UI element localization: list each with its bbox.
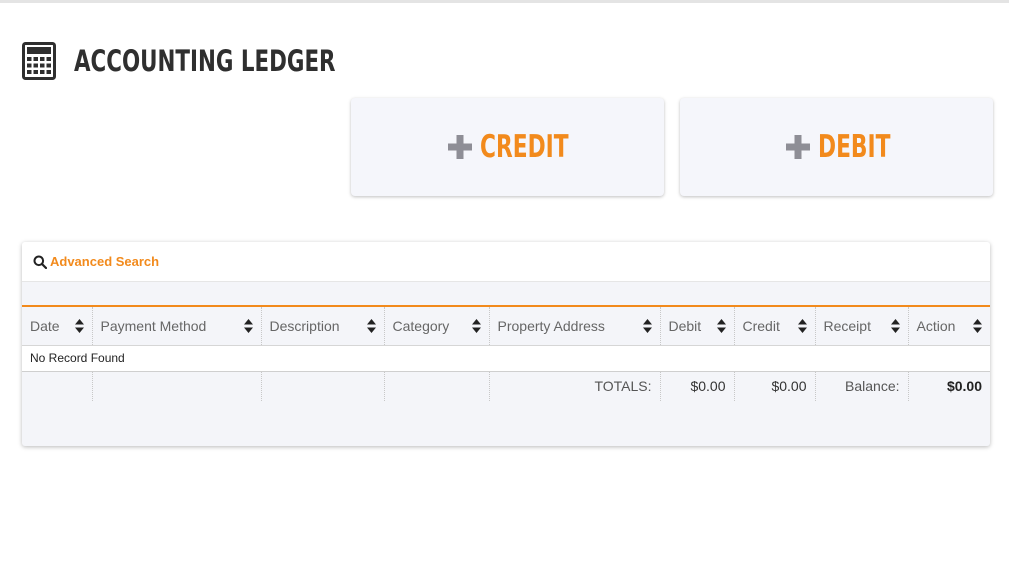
column-header-property-address[interactable]: Property Address <box>489 307 661 346</box>
sort-icon <box>366 319 376 333</box>
sort-icon <box>243 319 253 333</box>
column-header-label: Receipt <box>823 317 871 334</box>
top-divider <box>0 0 1009 3</box>
add-debit-content: DEBIT <box>784 129 890 165</box>
sort-icon <box>973 319 982 333</box>
add-debit-button[interactable]: DEBIT <box>680 98 993 196</box>
column-header-label: Date <box>30 317 60 334</box>
column-header-label: Payment Method <box>100 317 207 334</box>
advanced-search-toggle[interactable]: Advanced Search <box>22 242 990 282</box>
total-debit: $0.00 <box>660 371 735 401</box>
plus-icon <box>447 135 472 159</box>
column-header-credit[interactable]: Credit <box>734 307 816 346</box>
advanced-search-label: Advanced Search <box>50 254 160 269</box>
balance-label: Balance: <box>815 371 909 401</box>
column-header-label: Description <box>269 317 340 334</box>
balance-value: $0.00 <box>946 378 982 395</box>
totals-cell-empty <box>261 371 385 401</box>
add-debit-label: DEBIT <box>817 129 890 165</box>
column-header-label: Credit <box>742 317 780 334</box>
page-header: ACCOUNTING LEDGER <box>22 42 393 80</box>
totals-label: TOTALS: <box>489 371 661 401</box>
totals-cell-empty <box>92 371 262 401</box>
page-title: ACCOUNTING LEDGER <box>74 44 336 78</box>
column-header-label: Category <box>392 317 450 334</box>
totals-cell-empty <box>22 371 93 401</box>
sort-icon <box>797 319 807 333</box>
add-credit-label: CREDIT <box>479 129 569 165</box>
ledger-panel: Advanced Search Date Payment Method Desc… <box>22 242 990 446</box>
sort-icon <box>642 319 652 333</box>
column-header-label: Property Address <box>497 317 605 334</box>
table-header-row: Date Payment Method Description Category… <box>22 307 990 346</box>
column-header-debit[interactable]: Debit <box>660 307 735 346</box>
totals-cell-empty <box>384 371 490 401</box>
add-credit-content: CREDIT <box>446 129 570 165</box>
column-header-label: Action <box>916 317 956 334</box>
sort-icon <box>74 319 84 333</box>
column-header-action[interactable]: Action <box>908 307 990 346</box>
column-header-description[interactable]: Description <box>261 307 385 346</box>
filter-strip <box>22 282 990 307</box>
add-credit-button[interactable]: CREDIT <box>351 98 664 196</box>
column-header-receipt[interactable]: Receipt <box>815 307 909 346</box>
column-header-date[interactable]: Date <box>22 307 93 346</box>
ledger-table: Date Payment Method Description Category… <box>22 307 990 401</box>
column-header-category[interactable]: Category <box>384 307 490 346</box>
search-icon <box>33 255 47 269</box>
totals-row: TOTALS: $0.00 $0.00 Balance: $0.00 <box>22 371 990 401</box>
sort-icon <box>471 319 481 333</box>
sort-icon <box>716 319 726 333</box>
column-header-label: Debit <box>668 317 702 334</box>
plus-icon <box>785 135 810 159</box>
column-header-payment-method[interactable]: Payment Method <box>92 307 262 346</box>
calculator-icon <box>22 42 56 80</box>
empty-table-row: No Record Found <box>22 345 990 372</box>
empty-message: No Record Found <box>22 345 990 372</box>
sort-icon <box>890 319 900 333</box>
total-credit: $0.00 <box>734 371 816 401</box>
